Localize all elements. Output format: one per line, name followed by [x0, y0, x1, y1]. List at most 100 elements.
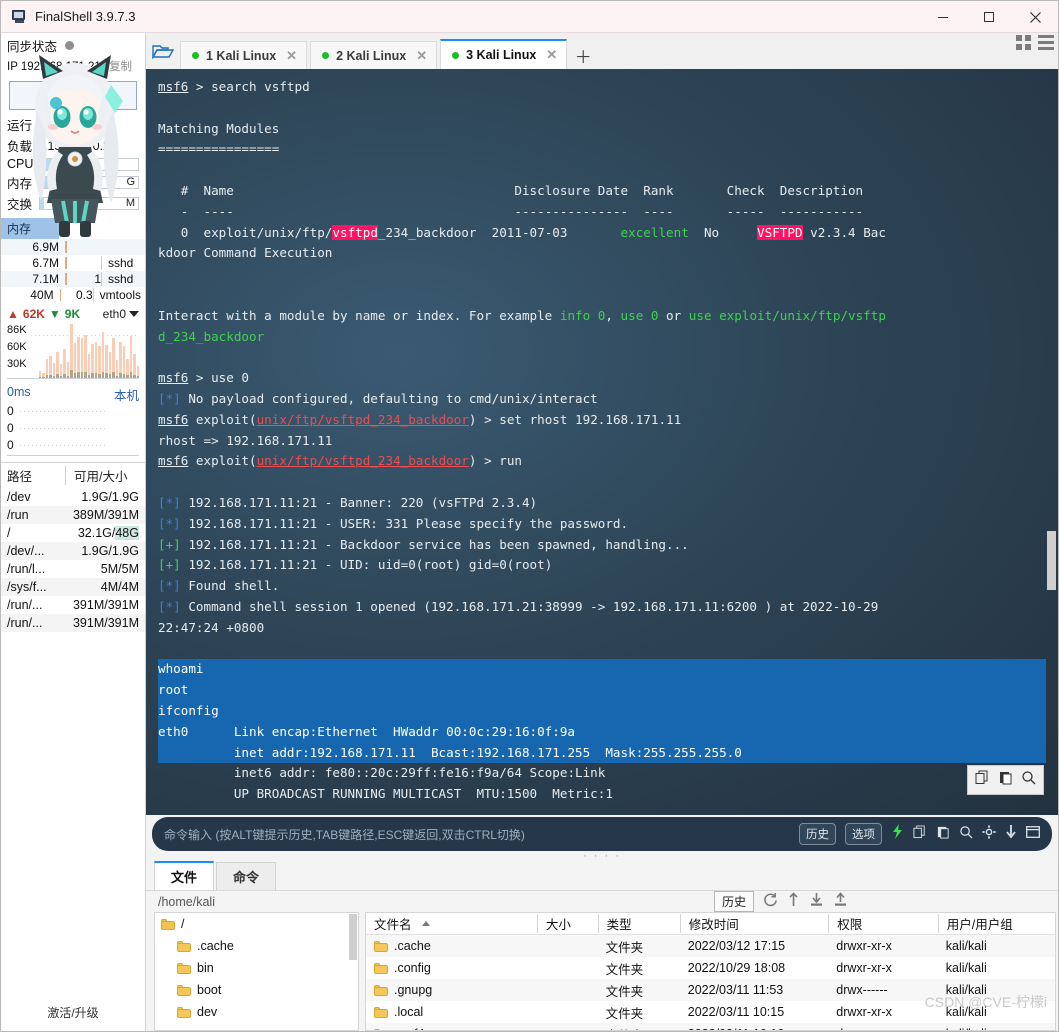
panel-splitter[interactable]: · · · · — [146, 851, 1058, 863]
tab-commands[interactable]: 命令 — [216, 862, 277, 890]
ping-y-label-2: 0 — [7, 438, 139, 455]
close-icon[interactable]: ✕ — [546, 47, 557, 63]
swap-label: 交换 — [7, 198, 33, 212]
options-button[interactable]: 选项 — [845, 823, 882, 845]
cpu-row: CPU — [1, 156, 145, 172]
terminal-line: 22:47:24 +0800 — [158, 618, 1046, 639]
col-header-owner[interactable]: 用户/用户组 — [937, 914, 1055, 933]
ip-label: IP 192.168.171.21 — [7, 61, 101, 73]
table-row[interactable]: 6.9M — [1, 239, 145, 255]
table-row[interactable]: .local 文件夹 2022/03/11 10:15 drwxr-xr-x kali/… — [366, 1001, 1055, 1023]
table-row[interactable]: 6.7M sshd — [1, 255, 145, 271]
network-bar — [42, 372, 46, 378]
grid-layout-icon[interactable] — [1016, 35, 1031, 50]
terminal-line: [*] Found shell. — [158, 576, 1046, 597]
tab-session-3[interactable]: 3 Kali Linux ✕ — [440, 39, 568, 69]
col-header-size[interactable]: 大小 — [536, 914, 598, 933]
process-table: 6.9M 6.7M sshd 7.1M 1 sshd 40M 0.3 vmtoo… — [1, 239, 145, 303]
terminal-floating-toolbar — [967, 765, 1044, 795]
table-row[interactable]: / 32.1G/48G — [1, 524, 145, 542]
copy-icon[interactable] — [913, 824, 927, 844]
minimize-button[interactable] — [920, 1, 966, 33]
terminal-line: msf6 > use 0 — [158, 368, 1046, 389]
close-icon[interactable]: ✕ — [416, 48, 427, 64]
table-row[interactable]: /run 389M/391M — [1, 506, 145, 524]
table-row[interactable]: /run/... 391M/391M — [1, 596, 145, 614]
network-interface-selector[interactable]: eth0 — [103, 307, 139, 321]
paste-icon[interactable] — [998, 770, 1013, 790]
table-row[interactable]: 7.1M 1 sshd — [1, 271, 145, 287]
tab-session-1[interactable]: 1 Kali Linux ✕ — [180, 41, 308, 69]
table-row[interactable]: /run/... 391M/391M — [1, 614, 145, 632]
list-item[interactable]: .cache — [155, 935, 358, 957]
terminal-text: _234_backdoor 2011-07-03 — [377, 224, 621, 240]
list-item[interactable]: bin — [155, 957, 358, 979]
col-header-type[interactable]: 类型 — [597, 914, 680, 933]
copy-icon[interactable] — [975, 770, 990, 790]
refresh-icon[interactable] — [763, 892, 778, 912]
terminal-output[interactable]: msf6 > search vsftpd Matching Modules ===… — [146, 69, 1058, 815]
table-row[interactable]: .gnupg 文件夹 2022/03/11 11:53 drwx------ kali/… — [366, 979, 1055, 1001]
upload-icon[interactable] — [787, 891, 800, 912]
new-tab-button[interactable]: ＋ — [570, 41, 596, 69]
list-item[interactable]: / — [155, 913, 358, 935]
current-path[interactable]: /home/kali — [146, 895, 215, 909]
cell-owner: kali/kali — [938, 1027, 1055, 1030]
download-folder-icon[interactable] — [809, 892, 824, 912]
table-row[interactable]: .msf4 文件夹2022/03/11 10:16drwxr-xr-xkali/k… — [366, 1023, 1055, 1030]
sync-status-indicator-icon — [65, 41, 75, 50]
col-header-name[interactable]: 文件名 — [366, 914, 537, 933]
search-icon[interactable] — [1021, 770, 1036, 790]
list-item[interactable]: boot — [155, 979, 358, 1001]
terminal-text: 192.168.171.11:21 - USER: 331 Please spe… — [180, 515, 629, 531]
cell-mtime: 2022/03/11 10:15 — [687, 1005, 785, 1019]
directory-tree[interactable]: / .cache bin boot dev — [154, 912, 359, 1031]
search-icon[interactable] — [959, 825, 973, 844]
activate-upgrade-link[interactable]: 激活/升级 — [1, 996, 145, 1031]
tree-scrollbar[interactable] — [349, 914, 357, 960]
network-bar — [87, 353, 91, 378]
menu-icon[interactable] — [1038, 35, 1054, 50]
download-icon[interactable] — [1005, 824, 1017, 844]
table-row[interactable]: /dev 1.9G/1.9G — [1, 488, 145, 506]
ping-host-label: 本机 — [113, 389, 139, 403]
table-row[interactable]: /dev/... 1.9G/1.9G — [1, 542, 145, 560]
system-info-button[interactable]: 系统信息 — [9, 81, 137, 110]
command-input-bar[interactable]: 命令输入 (按ALT键提示历史,TAB键路径,ESC键返回,双击CTRL切换) … — [152, 817, 1052, 851]
tab-files[interactable]: 文件 — [154, 861, 215, 890]
file-history-button[interactable]: 历史 — [713, 891, 754, 912]
sync-status-row: 同步状态 — [1, 33, 145, 56]
paste-icon[interactable] — [936, 825, 950, 844]
table-row[interactable]: .config 文件夹 2022/10/29 18:08 drwxr-xr-x kali… — [366, 957, 1055, 979]
tab-label: 1 Kali Linux — [206, 48, 277, 63]
window-icon[interactable] — [1026, 825, 1040, 843]
list-item[interactable]: dev — [155, 1001, 358, 1023]
gear-icon[interactable] — [982, 824, 996, 844]
folder-icon — [374, 940, 388, 952]
col-header-permissions[interactable]: 权限 — [828, 914, 937, 933]
close-icon[interactable]: ✕ — [286, 48, 297, 64]
table-row[interactable]: .cache 文件夹 2022/03/12 17:15 drwxr-xr-x kali/… — [366, 935, 1055, 957]
file-name-label: .msf4 — [394, 1027, 425, 1030]
table-row[interactable]: /sys/f... 4M/4M — [1, 578, 145, 596]
upload-folder-icon[interactable] — [833, 891, 848, 912]
maximize-button[interactable] — [966, 1, 1012, 33]
cell-owner: kali/kali — [945, 939, 987, 953]
table-row[interactable]: /run/l... 5M/5M — [1, 560, 145, 578]
close-button[interactable] — [1012, 1, 1058, 33]
terminal-text: 192.168.171.11:21 - Backdoor service has… — [180, 536, 689, 552]
lightning-icon[interactable] — [891, 824, 904, 844]
history-button[interactable]: 历史 — [799, 823, 836, 845]
terminal-line-selected: whoami — [158, 659, 1046, 681]
open-folder-icon[interactable] — [146, 33, 180, 69]
col-header-mtime[interactable]: 修改时间 — [679, 914, 828, 933]
terminal-line: [*] No payload configured, defaulting to… — [158, 389, 1046, 410]
terminal-scrollbar[interactable] — [1047, 73, 1056, 811]
tab-session-2[interactable]: 2 Kali Linux ✕ — [310, 41, 438, 69]
folder-icon — [161, 918, 175, 930]
network-bar — [77, 336, 81, 378]
table-row[interactable]: 40M 0.3 vmtools — [1, 287, 145, 303]
copy-ip-button[interactable]: 复制 — [109, 61, 132, 73]
terminal-text: whoami — [158, 661, 204, 677]
file-list[interactable]: 文件名 大小 类型 修改时间 权限 用户/用户组 .cache 文件夹 2022/0… — [365, 912, 1056, 1031]
